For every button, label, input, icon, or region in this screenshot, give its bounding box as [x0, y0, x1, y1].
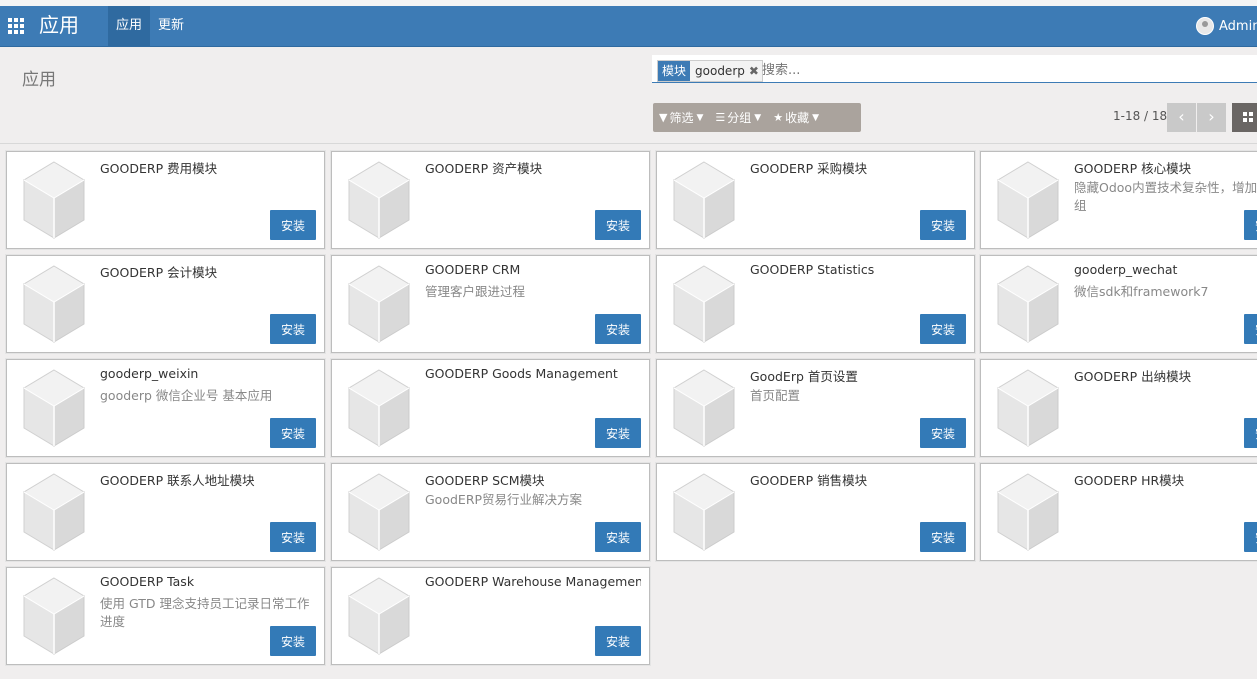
facet-value: gooderp: [695, 64, 745, 78]
module-card[interactable]: GOODERP HR模块安装: [980, 463, 1257, 561]
module-card[interactable]: GOODERP 会计模块安装: [6, 255, 325, 353]
install-button[interactable]: 安装: [595, 314, 641, 344]
module-summary: 隐藏Odoo内置技术复杂性，增加权限组: [1074, 180, 1257, 213]
top-menu: 应用 更新: [108, 6, 192, 46]
filter-funnel-icon: ▼: [659, 111, 668, 124]
groupby-label: 分组: [727, 111, 752, 125]
search-input[interactable]: [762, 60, 1242, 80]
facet-value-wrap: gooderp ✖: [690, 61, 762, 81]
kanban-view-button[interactable]: [1232, 103, 1257, 132]
app-switcher-grid-icon[interactable]: [8, 18, 24, 34]
module-card[interactable]: GOODERP 销售模块安装: [656, 463, 975, 561]
module-summary: 微信sdk和framework7: [1074, 284, 1209, 299]
install-button[interactable]: 安装: [270, 210, 316, 240]
module-card[interactable]: GoodErp 首页设置 首页配置安装: [656, 359, 975, 457]
kanban-grid-icon: [1243, 112, 1253, 122]
user-name: Admini: [1219, 18, 1257, 34]
caret-down-icon: ▼: [812, 112, 820, 123]
module-name: GOODERP Goods Management: [425, 366, 618, 381]
install-button[interactable]: 安装: [270, 314, 316, 344]
module-name: gooderp_weixin: [100, 366, 199, 381]
module-card[interactable]: GOODERP 资产模块安装: [331, 151, 650, 249]
install-button[interactable]: 安装: [1244, 210, 1257, 240]
module-name: GOODERP SCM模块: [425, 473, 545, 488]
filters-dropdown[interactable]: ▼ 筛选 ▼: [653, 109, 709, 126]
search-bar: 模块 gooderp ✖: [652, 55, 1257, 83]
module-card[interactable]: GOODERP CRM 管理客户跟进过程安装: [331, 255, 650, 353]
module-card[interactable]: GOODERP Warehouse Management 安装: [331, 567, 650, 665]
install-button[interactable]: 安装: [920, 210, 966, 240]
module-name: GOODERP Warehouse Management: [425, 574, 641, 589]
module-name: GoodErp 首页设置: [750, 369, 858, 384]
module-card[interactable]: gooderp_wechat 微信sdk和framework7 安装: [980, 255, 1257, 353]
install-button[interactable]: 安装: [1244, 418, 1257, 448]
module-summary: GoodERP贸易行业解决方案: [425, 492, 583, 507]
install-button[interactable]: 安装: [270, 626, 316, 656]
main-navbar: 应用 应用 更新 Admini: [0, 6, 1257, 47]
module-name: GOODERP Statistics: [750, 262, 875, 277]
install-button[interactable]: 安装: [595, 418, 641, 448]
module-name: GOODERP 联系人地址模块: [100, 473, 255, 488]
caret-down-icon: ▼: [754, 112, 762, 123]
caret-down-icon: ▼: [696, 112, 704, 123]
module-card[interactable]: gooderp_weixingooderp 微信企业号 基本应用安装: [6, 359, 325, 457]
menu-apps[interactable]: 应用: [108, 6, 151, 46]
search-options: ▼ 筛选 ▼ ☰ 分组 ▼ ★ 收藏 ▼: [653, 103, 861, 132]
module-summary: gooderp 微信企业号 基本应用: [100, 388, 273, 403]
module-card[interactable]: GOODERP 费用模块安装: [6, 151, 325, 249]
user-avatar-icon: [1196, 17, 1214, 35]
list-bars-icon: ☰: [715, 111, 726, 124]
control-panel: 应用 模块 gooderp ✖ ▼ 筛选 ▼ ☰ 分组 ▼ ★ 收藏 ▼ 1-1…: [0, 47, 1257, 144]
module-name: GOODERP 核心模块: [1074, 161, 1192, 176]
install-button[interactable]: 安装: [270, 522, 316, 552]
module-name: GOODERP Task: [100, 574, 195, 589]
module-summary: 首页配置: [750, 388, 801, 403]
pager-next-button[interactable]: ›: [1197, 103, 1226, 132]
install-button[interactable]: 安装: [595, 210, 641, 240]
module-name: GOODERP 采购模块: [750, 161, 868, 176]
module-name: GOODERP 销售模块: [750, 473, 868, 488]
install-button[interactable]: 安装: [270, 418, 316, 448]
module-card[interactable]: GOODERP Statistics 安装: [656, 255, 975, 353]
install-button[interactable]: 安装: [595, 626, 641, 656]
groupby-dropdown[interactable]: ☰ 分组 ▼: [709, 109, 767, 126]
module-summary: 管理客户跟进过程: [425, 284, 526, 299]
favorites-dropdown[interactable]: ★ 收藏 ▼: [767, 109, 825, 126]
module-card[interactable]: GOODERP Goods Management 安装: [331, 359, 650, 457]
remove-facet-icon[interactable]: ✖: [749, 61, 759, 81]
star-icon: ★: [773, 111, 784, 124]
module-name: GOODERP HR模块: [1074, 473, 1185, 488]
install-button[interactable]: 安装: [920, 418, 966, 448]
module-card[interactable]: GOODERP 联系人地址模块安装: [6, 463, 325, 561]
module-name: gooderp_wechat: [1074, 262, 1178, 277]
filters-label: 筛选: [669, 111, 694, 125]
favorites-label: 收藏: [785, 111, 810, 125]
module-kanban-view: GOODERP 费用模块 安装 GOODERP 资产模块 安装 GOODERP 采购模块…: [0, 144, 1257, 679]
app-title: 应用: [39, 13, 79, 37]
user-menu[interactable]: Admini: [1196, 6, 1257, 46]
breadcrumb: 应用: [22, 70, 56, 90]
module-card[interactable]: GOODERP Task 使用 GTD 理念支持员工记录日常工作进度 安装: [6, 567, 325, 665]
install-button[interactable]: 安装: [595, 522, 641, 552]
menu-updates[interactable]: 更新: [150, 6, 192, 46]
module-card[interactable]: GOODERP 采购模块安装: [656, 151, 975, 249]
search-facet: 模块 gooderp ✖: [657, 60, 763, 82]
module-card[interactable]: GOODERP 出纳模块安装: [980, 359, 1257, 457]
module-card[interactable]: GOODERP 核心模块隐藏Odoo内置技术复杂性，增加权限组安装: [980, 151, 1257, 249]
module-name: GOODERP 资产模块: [425, 161, 543, 176]
facet-category: 模块: [658, 61, 691, 81]
module-name: GOODERP CRM: [425, 262, 521, 277]
module-name: GOODERP 会计模块: [100, 265, 218, 280]
install-button[interactable]: 安装: [920, 314, 966, 344]
module-name: GOODERP 出纳模块: [1074, 369, 1192, 384]
install-button[interactable]: 安装: [920, 522, 966, 552]
module-name: GOODERP 费用模块: [100, 161, 218, 176]
pager-previous-button[interactable]: ‹: [1167, 103, 1196, 132]
install-button[interactable]: 安装: [1244, 522, 1257, 552]
install-button[interactable]: 安装: [1244, 314, 1257, 344]
module-card[interactable]: GOODERP SCM模块 GoodERP贸易行业解决方案 安装: [331, 463, 650, 561]
pager-value[interactable]: 1-18 / 18: [1113, 109, 1167, 123]
